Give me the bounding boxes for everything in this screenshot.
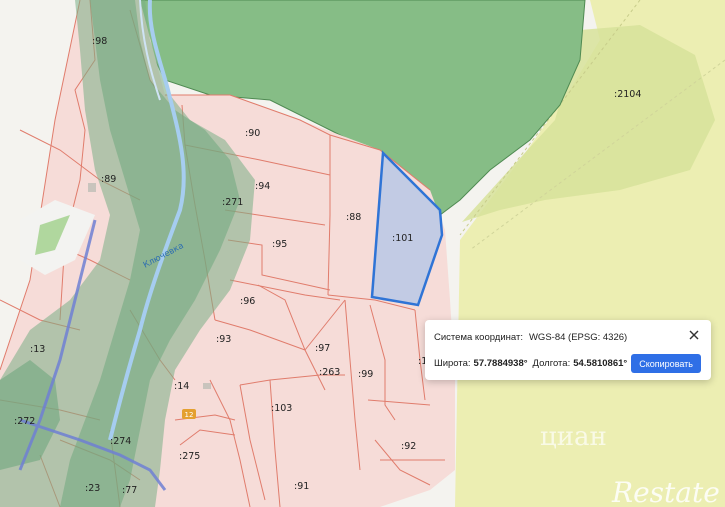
road-number-badge: 12 (185, 411, 194, 419)
latitude-value: 57.7884938° (473, 358, 528, 369)
plot-label: :77 (122, 485, 137, 496)
longitude-value: 54.5810861° (573, 358, 628, 369)
copy-button[interactable]: Скопировать (631, 354, 701, 373)
cadastral-map[interactable]: 12 Ключевка :98 :2104 :90 :89 :94 :271 :… (0, 0, 725, 507)
latitude-label: Широта: (434, 358, 471, 369)
plot-label: :89 (101, 174, 116, 185)
plot-label: :98 (92, 36, 107, 47)
watermark-restate: Restate (611, 476, 720, 507)
coordinates-row: Широта: 57.7884938° Долгота: 54.5810861°… (434, 354, 701, 373)
plot-label: :101 (392, 233, 413, 244)
plot-label: :99 (358, 369, 373, 380)
close-icon[interactable] (687, 328, 701, 342)
plot-label: :272 (14, 416, 35, 427)
plot-label: :271 (222, 197, 243, 208)
longitude-label: Долгота: (532, 358, 571, 369)
plot-label: :94 (255, 181, 270, 192)
plot-label: :96 (240, 296, 255, 307)
plot-label: :90 (245, 128, 260, 139)
plot-label: :103 (271, 403, 292, 414)
plot-label: :275 (179, 451, 200, 462)
plot-label: :91 (294, 481, 309, 492)
plot-label: :263 (319, 367, 340, 378)
plot-label: :23 (85, 483, 100, 494)
watermark-cian: циан (540, 422, 607, 452)
plot-label: :95 (272, 239, 287, 250)
plot-label: :97 (315, 343, 330, 354)
plot-label: :2104 (614, 89, 641, 100)
coordinates-popup: Система координат: WGS-84 (EPSG: 4326) Ш… (425, 320, 711, 380)
coordinate-system-row: Система координат: WGS-84 (EPSG: 4326) (434, 330, 701, 344)
coordinate-system-label: Система координат: (434, 331, 523, 343)
plot-label: :14 (174, 381, 189, 392)
plot-label: :92 (401, 441, 416, 452)
plot-label: :93 (216, 334, 231, 345)
plot-label: :274 (110, 436, 131, 447)
plot-label: :88 (346, 212, 361, 223)
coordinate-system-value: WGS-84 (EPSG: 4326) (528, 331, 628, 343)
plot-label: :13 (30, 344, 45, 355)
